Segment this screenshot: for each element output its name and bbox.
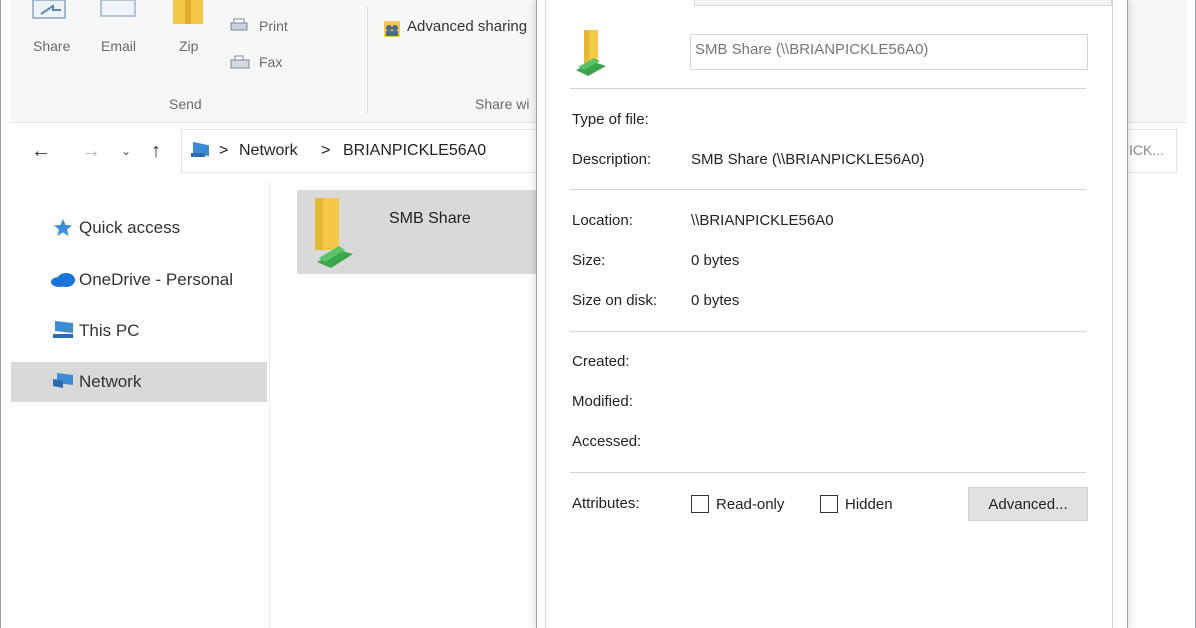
- properties-dialog: [536, 0, 1128, 628]
- breadcrumb-chevron-icon: >: [219, 142, 229, 159]
- file-name: SMB Share: [389, 210, 471, 227]
- zip-folder-icon: [173, 0, 203, 24]
- top-field: [694, 0, 1112, 6]
- nav-label: Network: [79, 372, 142, 391]
- divider: [570, 472, 1086, 473]
- zip-button-label: Zip: [179, 38, 199, 54]
- description-value: SMB Share (\\BRIANPICKLE56A0): [691, 151, 925, 168]
- hidden-label: Hidden: [845, 496, 893, 513]
- advanced-sharing-button[interactable]: Advanced sharing: [381, 16, 541, 42]
- advanced-sharing-label: Advanced sharing: [407, 18, 528, 35]
- arrow-left-icon: ←: [31, 140, 51, 162]
- print-button-label: Print: [259, 18, 288, 34]
- network-icon: [191, 141, 209, 157]
- accessed-label: Accessed:: [572, 433, 642, 450]
- up-button[interactable]: ↑: [151, 140, 161, 163]
- breadcrumb-brianpickle[interactable]: BRIANPICKLE56A0: [343, 142, 486, 160]
- fax-button[interactable]: Fax: [229, 52, 309, 74]
- nav-label: This PC: [79, 321, 140, 340]
- size-label: Size:: [572, 252, 606, 269]
- print-button[interactable]: Print: [229, 16, 309, 38]
- network-icon: [53, 373, 73, 388]
- breadcrumb-chevron-icon: >: [321, 142, 331, 159]
- star-icon: [54, 219, 72, 236]
- advanced-button[interactable]: Advanced...: [968, 487, 1088, 521]
- ribbon-separator: [367, 6, 368, 114]
- cloud-icon: [51, 273, 75, 287]
- nav-pane-divider: [269, 182, 270, 628]
- computer-icon: [53, 321, 73, 338]
- location-label: Location:: [572, 212, 633, 229]
- zip-button[interactable]: Zip: [165, 0, 215, 62]
- attributes-label: Attributes:: [572, 495, 640, 512]
- location-value: \\BRIANPICKLE56A0: [691, 212, 834, 229]
- divider: [570, 331, 1086, 332]
- fax-icon: [230, 55, 250, 69]
- printer-icon: [230, 18, 248, 31]
- description-label: Description:: [572, 151, 652, 168]
- users-icon: [384, 21, 400, 37]
- size-value: 0 bytes: [691, 252, 740, 269]
- shared-folder-icon: [576, 30, 606, 76]
- arrow-up-icon: ↑: [151, 140, 161, 162]
- modified-label: Modified:: [572, 393, 633, 410]
- forward-button[interactable]: →: [81, 140, 101, 163]
- share-button-label: Share: [33, 38, 71, 54]
- name-field[interactable]: SMB Share (\\BRIANPICKLE56A0): [690, 34, 1088, 70]
- type-label: Type of file:: [572, 111, 649, 128]
- nav-item-this-pc[interactable]: This PC: [11, 311, 267, 351]
- chevron-down-icon: ⌄: [121, 144, 132, 158]
- arrow-right-icon: →: [81, 140, 101, 162]
- readonly-checkbox[interactable]: [691, 495, 709, 513]
- search-text: ICK...: [1129, 142, 1165, 158]
- list-item[interactable]: SMB Share: [297, 190, 547, 274]
- email-button-label: Email: [101, 38, 137, 54]
- size-on-disk-value: 0 bytes: [691, 292, 740, 309]
- nav-label: OneDrive - Personal: [79, 270, 234, 289]
- divider: [570, 88, 1086, 89]
- share-with-group-label: Share wi: [475, 96, 530, 112]
- shared-folder-icon: [315, 198, 353, 268]
- nav-item-onedrive[interactable]: OneDrive - Personal: [11, 260, 267, 300]
- nav-item-quick-access[interactable]: Quick access: [11, 208, 267, 248]
- readonly-label: Read-only: [716, 496, 785, 513]
- email-button[interactable]: Email: [95, 0, 155, 62]
- created-label: Created:: [572, 353, 630, 370]
- size-on-disk-label: Size on disk:: [572, 292, 658, 309]
- breadcrumb-network[interactable]: Network: [239, 142, 298, 160]
- nav-label: Quick access: [79, 218, 181, 237]
- properties-panel: [545, 0, 1113, 628]
- back-button[interactable]: ←: [31, 140, 51, 163]
- recent-locations-button[interactable]: ⌄: [121, 144, 131, 158]
- share-icon: [32, 0, 66, 19]
- divider: [570, 189, 1086, 190]
- fax-button-label: Fax: [259, 54, 283, 70]
- hidden-checkbox[interactable]: [820, 495, 838, 513]
- nav-item-network[interactable]: Network: [11, 362, 267, 402]
- send-group-label: Send: [169, 96, 202, 112]
- share-button[interactable]: Share: [25, 0, 85, 62]
- email-icon: [100, 0, 136, 17]
